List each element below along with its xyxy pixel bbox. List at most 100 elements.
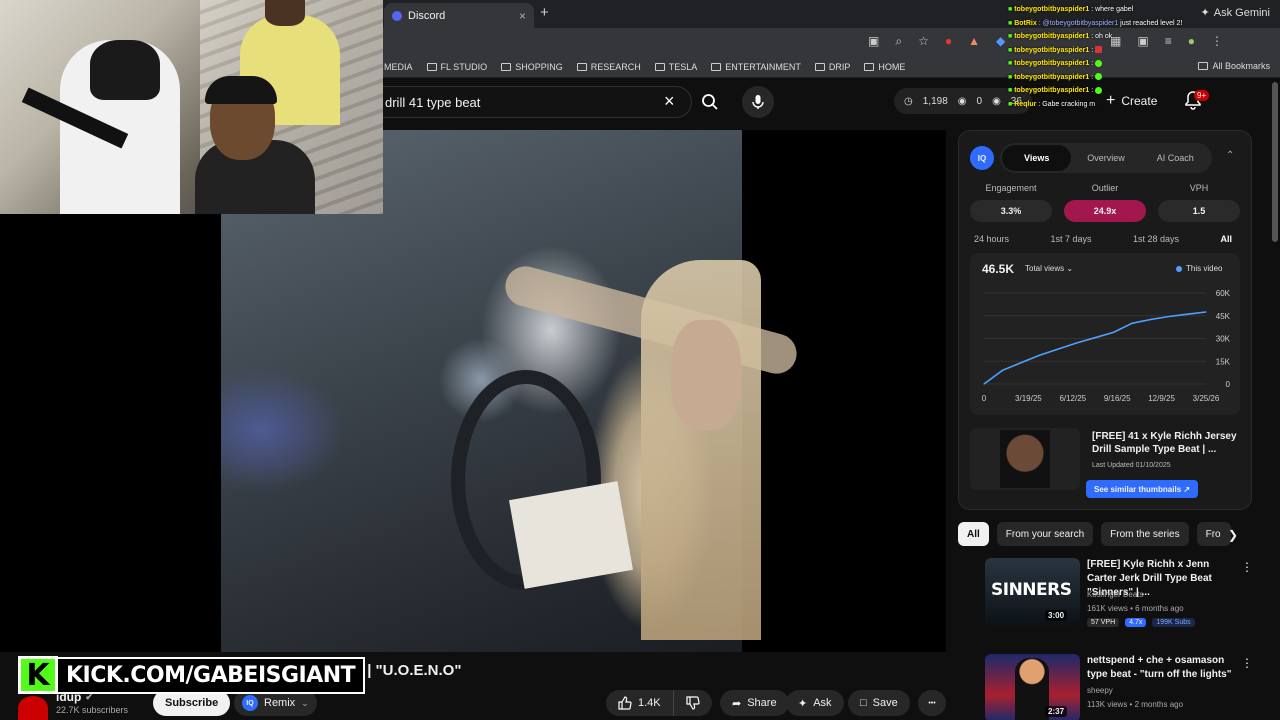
range-24-hours[interactable]: 24 hours [974,234,1009,244]
eye-icon: ◉ [957,95,967,107]
thumbs-up-icon [618,696,632,710]
bookmark-research[interactable]: RESEARCH [576,62,641,72]
webcam-person-yellow-head [265,0,305,26]
chat-text: : [1091,73,1094,81]
recommended-video[interactable]: 2:37 nettspend + che + osamason type bea… [985,654,1255,720]
recommended-title[interactable]: nettspend + che + osamason type beat - "… [1087,654,1237,682]
bookmark-home[interactable]: HOME [864,62,905,72]
tab-views[interactable]: Views [1002,145,1072,171]
extension-red-icon[interactable]: ● [945,34,952,49]
chart-metric-select[interactable]: Total views ⌄ [1025,264,1073,273]
x-tick-label: 3/19/25 [1015,394,1042,403]
kick-logo: K [18,656,58,694]
page-scrollbar[interactable] [1272,82,1278,242]
tab-title: Discord [408,9,446,22]
close-tab-icon[interactable]: × [519,9,526,23]
bookmark-drip[interactable]: DRIP [814,62,850,72]
like-button[interactable]: 1.4K [606,690,674,716]
ask-button[interactable]: ✦ Ask [786,690,844,716]
all-bookmarks[interactable]: All Bookmarks [1198,61,1270,71]
extension-blue-icon[interactable]: ◆ [996,34,1005,49]
screen: Discord × + ✦ Ask Gemini ▣ ⌕ ☆ ● ▲ ◆ ▦ ▣… [0,0,1280,720]
recommended-channel[interactable]: Kosfinger Beats [1087,590,1143,599]
metric-vph-label: VPH [1189,183,1209,193]
bookmark-icon: □ [860,697,867,709]
bookmark-media[interactable]: MEDIA [384,62,413,72]
chip-from-the-series[interactable]: From the series [1101,522,1189,546]
chart-legend: This video [1176,264,1222,273]
metric-outlier-label: Outlier [1091,183,1119,193]
search-button[interactable] [692,86,728,118]
subs-badge: 199K Subs [1152,618,1195,627]
all-bookmarks-label: All Bookmarks [1212,61,1270,71]
see-similar-thumbnails-button[interactable]: See similar thumbnails ↗ [1086,480,1199,498]
share-button[interactable]: ➦ Share [720,690,789,716]
bookmark-fl-studio[interactable]: FL STUDIO [426,62,487,72]
time-range-selector: 24 hours 1st 7 days 1st 28 days All [974,234,1232,244]
kick-url: KICK.COM/GABEISGIANT [56,656,366,694]
clock-icon: ◷ [904,95,913,107]
chat-username: tobeygotbitbyaspider1 [1014,87,1090,94]
series-point [1149,318,1152,321]
star-icon[interactable]: ☆ [918,34,929,49]
emote-icon [1095,86,1103,94]
zoom-icon[interactable]: ⌕ [895,34,902,49]
collapse-icon[interactable]: ⌃ [1226,150,1234,161]
tab-discord[interactable]: Discord × [384,3,534,28]
voice-search-button[interactable] [742,86,774,118]
share-icon: ➦ [732,697,742,710]
subscriber-count: 22.7K subscribers [56,705,129,715]
range-first-7-days[interactable]: 1st 7 days [1050,234,1091,244]
remix-label: Remix [264,697,296,709]
chip-all[interactable]: All [958,522,989,546]
similar-video-title[interactable]: [FREE] 41 x Kyle Richh Jersey Drill Samp… [1092,430,1240,456]
recommended-thumbnail[interactable]: 2:37 [985,654,1080,720]
range-first-28-days[interactable]: 1st 28 days [1133,234,1179,244]
tab-ai-coach[interactable]: AI Coach [1141,145,1210,171]
more-options-icon[interactable]: ⋮ [1241,560,1253,574]
ask-gemini-button[interactable]: ✦ Ask Gemini [1201,6,1270,20]
folder-icon [654,62,665,71]
save-button[interactable]: □ Save [848,690,910,716]
bookmark-label: HOME [878,61,906,72]
extension-fox-icon[interactable]: ▲ [968,34,980,49]
recommended-badges: 57 VPH 4.7x 199K Subs [1087,618,1195,627]
x-tick-label: 12/9/25 [1148,394,1175,403]
like-count: 1.4K [638,697,661,709]
kick-overlay: K KICK.COM/GABEISGIANT [18,656,366,694]
bookmark-shopping[interactable]: SHOPPING [501,62,563,72]
chat-message: ■ tobeygotbitbyaspider1 : oh ok [1008,30,1208,44]
menu-icon[interactable]: ⋮ [1211,34,1223,48]
chevron-down-icon[interactable]: ⌄ [301,698,309,709]
chat-message: ■ tobeygotbitbyaspider1 : [1008,44,1208,58]
chat-username: tobeygotbitbyaspider1 [1014,46,1090,54]
clear-search-icon[interactable]: × [664,91,675,112]
series-point [1205,311,1207,313]
bookmark-tesla[interactable]: TESLA [654,62,697,72]
range-all[interactable]: All [1220,234,1232,244]
chevron-right-icon[interactable]: ❯ [1228,528,1238,542]
chip-from-your-search[interactable]: From your search [996,522,1094,546]
more-actions-button[interactable]: ••• [918,690,946,716]
recommended-video[interactable]: SINNERS 3:00 [FREE] Kyle Richh x Jenn Ca… [985,558,1255,630]
search-input[interactable]: drill 41 type beat [380,86,692,118]
chat-username: tobeygotbitbyaspider1 [1014,33,1090,40]
chat-username: tobeygotbitbyaspider1 [1014,6,1090,13]
chart-total-views: 46.5K [982,262,1015,276]
recommended-thumbnail[interactable]: SINNERS 3:00 [985,558,1080,626]
similar-thumbnail[interactable] [970,428,1080,490]
webcam-person-black-cap [205,76,277,104]
folder-icon [501,62,512,71]
install-icon[interactable]: ▣ [868,34,879,49]
bookmark-entertainment[interactable]: ENTERTAINMENT [711,62,801,72]
thumbs-down-icon [686,696,700,710]
chat-text: : Gabe cracking m [1038,100,1096,108]
tab-overview[interactable]: Overview [1071,145,1140,171]
more-options-icon[interactable]: ⋮ [1241,656,1253,670]
dislike-button[interactable] [674,690,712,716]
channel-avatar[interactable] [18,696,48,720]
chip-truncated[interactable]: Fro [1196,522,1231,546]
bookmark-label: ENTERTAINMENT [725,61,801,72]
new-tab-button[interactable]: + [540,4,549,21]
recommended-channel[interactable]: sheepy [1087,686,1113,695]
